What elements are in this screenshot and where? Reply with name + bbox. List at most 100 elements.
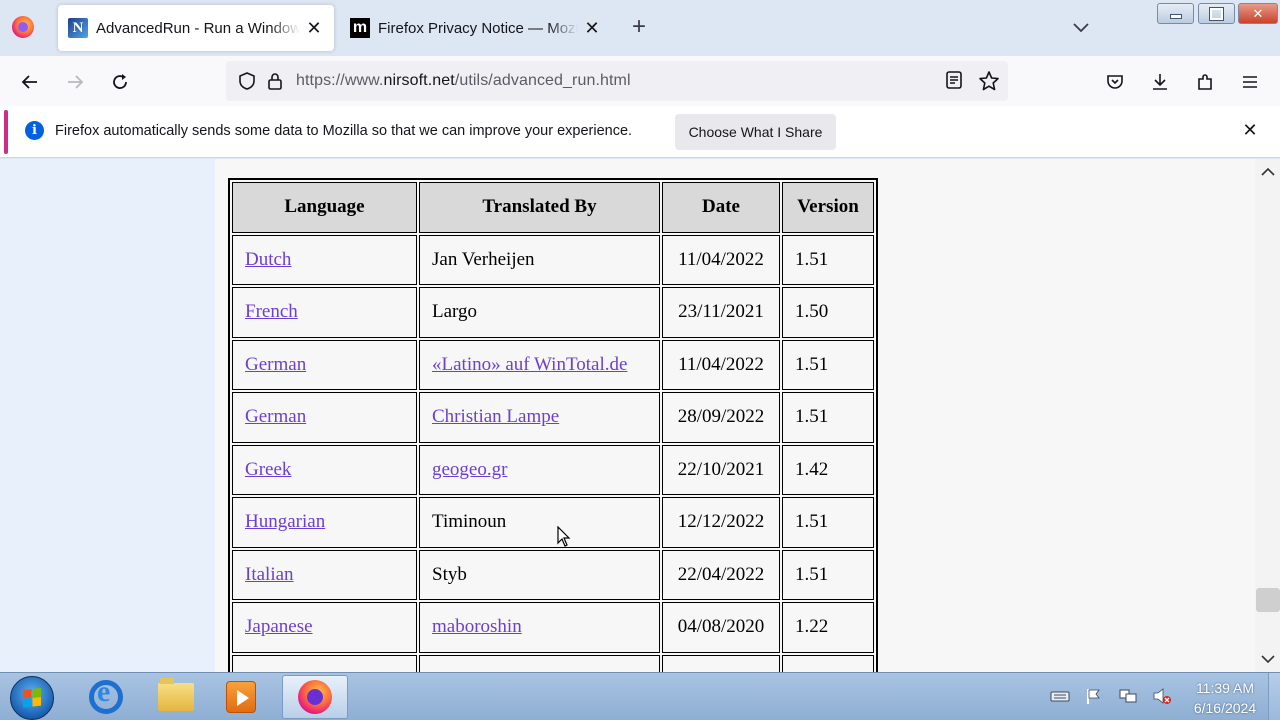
volume-muted-icon[interactable] (1152, 687, 1172, 705)
start-button[interactable] (10, 676, 54, 720)
firefox-view-icon[interactable] (12, 16, 34, 38)
info-icon: i (25, 121, 44, 140)
tab-strip: N AdvancedRun - Run a Windows program wi… (0, 0, 1280, 56)
column-header-translated-by: Translated By (419, 182, 660, 233)
language-cell: Japanese (232, 602, 417, 653)
language-link[interactable]: Dutch (245, 249, 291, 270)
tab-privacy-notice[interactable]: m Firefox Privacy Notice — Mozilla ✕ (340, 5, 612, 51)
puzzle-icon (1198, 74, 1212, 90)
url-bar[interactable]: https://www.nirsoft.net/utils/advanced_r… (226, 61, 1008, 101)
language-cell: Italian (232, 549, 417, 600)
extensions-button[interactable] (1191, 68, 1219, 96)
translator-link[interactable]: geogeo.gr (432, 459, 507, 480)
close-window-button[interactable]: ✕ (1238, 3, 1278, 24)
show-desktop-button[interactable] (1268, 673, 1280, 720)
translator-cell: «Latino» auf WinTotal.de (419, 339, 660, 390)
internet-explorer-taskbar-button[interactable] (75, 675, 137, 719)
table-row: Dutch Jan Verheijen 11/04/2022 1.51 (232, 234, 874, 285)
version-cell: 1.50 (782, 287, 874, 338)
scroll-up-arrow-icon[interactable] (1261, 167, 1275, 177)
scrollbar-thumb[interactable] (1256, 588, 1280, 612)
firefox-taskbar-button[interactable] (282, 675, 348, 719)
version-value: 1.51 (795, 563, 829, 585)
language-link[interactable]: German (245, 354, 306, 375)
restore-button[interactable] (1198, 3, 1235, 24)
translator-cell: maboroshin (419, 602, 660, 653)
back-button[interactable] (16, 68, 44, 96)
tab-advancedrun[interactable]: N AdvancedRun - Run a Windows program wi… (58, 5, 334, 51)
language-cell: German (232, 392, 417, 443)
vertical-scrollbar[interactable] (1255, 159, 1280, 672)
system-tray (1050, 687, 1172, 705)
windows-explorer-taskbar-button[interactable] (145, 675, 207, 719)
date-value: 22/10/2021 (677, 458, 765, 480)
shield-icon[interactable] (236, 70, 258, 92)
date-cell: 04/08/2020 (662, 602, 780, 653)
language-link[interactable]: German (245, 406, 306, 427)
close-tab-icon[interactable]: ✕ (582, 18, 602, 38)
network-icon[interactable] (1118, 687, 1138, 705)
url-text[interactable]: https://www.nirsoft.net/utils/advanced_r… (296, 72, 631, 90)
table-row: Japanese maboroshin 04/08/2020 1.22 (232, 602, 874, 653)
tab-title: Firefox Privacy Notice — Mozilla (378, 19, 578, 37)
downloads-button[interactable] (1146, 68, 1174, 96)
version-value: 1.50 (795, 301, 829, 323)
date-cell: 11/04/2022 (662, 234, 780, 285)
reload-icon (113, 74, 127, 89)
date-value: 22/04/2022 (677, 563, 765, 585)
mouse-cursor-icon (557, 526, 571, 547)
system-clock[interactable]: 11:39 AM 6/16/2024 (1180, 678, 1270, 718)
language-link[interactable]: Hungarian (245, 511, 325, 532)
language-link[interactable]: Japanese (245, 616, 313, 637)
version-value: 1.22 (795, 616, 829, 638)
date-cell: 23/11/2021 (662, 287, 780, 338)
date-cell: 12/12/2022 (662, 497, 780, 548)
date-value: 23/11/2021 (678, 301, 764, 323)
version-cell: 1.51 (782, 234, 874, 285)
page-content: Language Translated By Date Version Dutc… (0, 159, 1255, 672)
language-cell: Greek (232, 444, 417, 495)
page-body: Language Translated By Date Version Dutc… (215, 159, 1255, 672)
scroll-down-arrow-icon[interactable] (1261, 654, 1275, 664)
data-collection-notification: i Firefox automatically sends some data … (0, 106, 1280, 158)
chevron-down-icon[interactable] (1072, 18, 1090, 36)
table-row: German Christian Lampe 28/09/2022 1.51 (232, 392, 874, 443)
pocket-button[interactable] (1101, 68, 1129, 96)
arrow-right-icon (68, 75, 84, 89)
mozilla-favicon-icon: m (350, 18, 370, 38)
language-link[interactable]: Italian (245, 564, 294, 585)
translator-name: Timinoun (432, 511, 507, 533)
date-value: 12/12/2022 (677, 511, 765, 533)
translator-link[interactable]: Christian Lampe (432, 406, 559, 427)
reader-view-icon[interactable] (944, 70, 964, 90)
close-tab-icon[interactable]: ✕ (304, 18, 324, 38)
arrow-left-icon (21, 75, 37, 89)
tab-title: AdvancedRun - Run a Windows program with… (96, 19, 300, 37)
language-link[interactable]: Greek (245, 459, 291, 480)
date-cell: 28/09/2022 (662, 392, 780, 443)
lock-icon[interactable] (264, 70, 286, 92)
keyboard-icon[interactable] (1050, 687, 1070, 705)
translator-name: Jan Verheijen (432, 248, 535, 270)
translator-cell: Largo (419, 287, 660, 338)
translator-link[interactable]: maboroshin (432, 616, 522, 637)
menu-button[interactable] (1236, 68, 1264, 96)
column-header-version: Version (782, 182, 874, 233)
bookmark-star-icon[interactable] (978, 70, 1000, 92)
media-player-taskbar-button[interactable] (210, 675, 272, 719)
choose-what-i-share-button[interactable]: Choose What I Share (675, 114, 836, 150)
language-link[interactable]: French (245, 301, 298, 322)
reload-button[interactable] (106, 68, 134, 96)
firefox-icon (298, 680, 332, 714)
close-notification-icon[interactable]: ✕ (1240, 120, 1260, 140)
version-cell: 1.22 (782, 602, 874, 653)
translator-link[interactable]: «Latino» auf WinTotal.de (432, 354, 627, 375)
new-tab-plus-icon[interactable]: + (632, 15, 646, 39)
translator-name: Styb (432, 563, 467, 585)
windows-taskbar: 11:39 AM 6/16/2024 (0, 672, 1280, 720)
forward-button[interactable] (61, 68, 89, 96)
table-row: Hungarian Timinoun 12/12/2022 1.51 (232, 497, 874, 548)
minimize-button[interactable] (1157, 3, 1194, 24)
language-cell (232, 654, 417, 672)
action-center-flag-icon[interactable] (1084, 687, 1104, 705)
